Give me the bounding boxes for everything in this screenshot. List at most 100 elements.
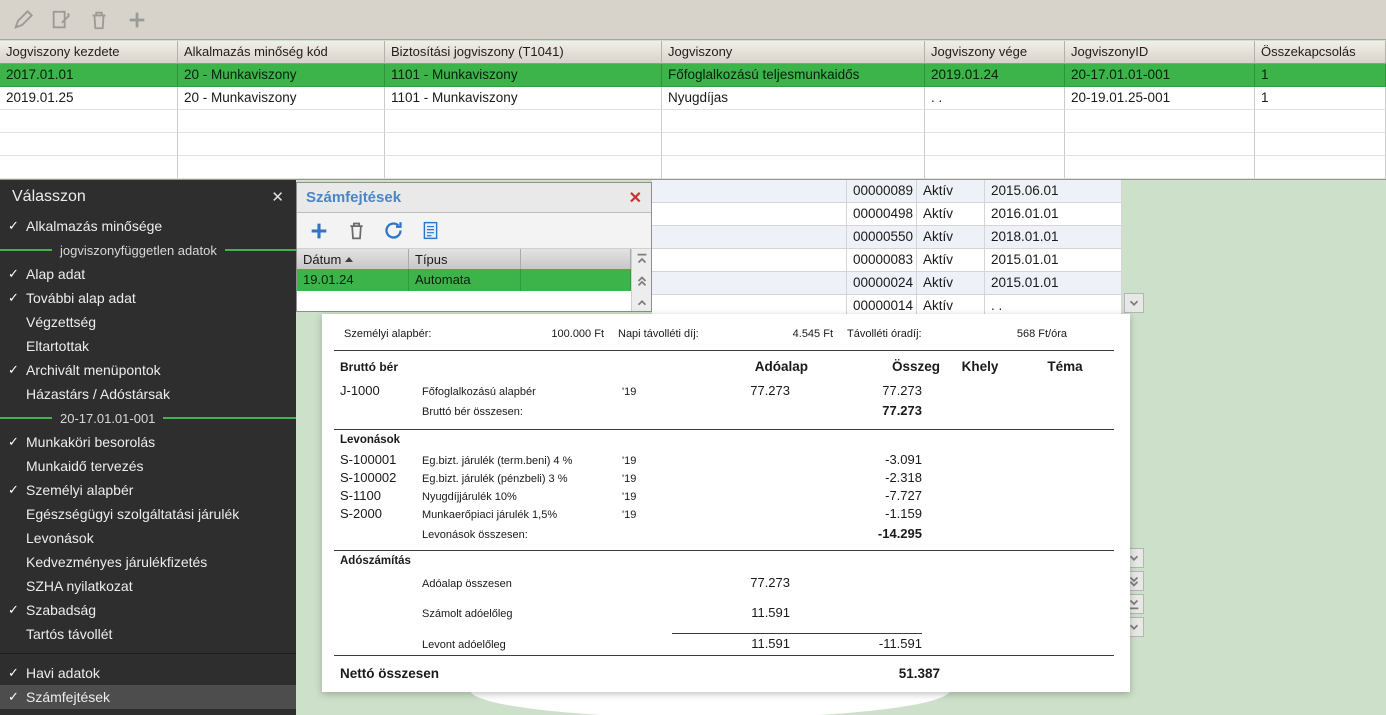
chevron-down-icon[interactable] (1124, 293, 1144, 313)
record-cell-blank (652, 203, 847, 226)
report-icon[interactable] (418, 219, 442, 243)
employment-relations-table: Jogviszony kezdete Alkalmazás minőség kó… (0, 41, 1386, 180)
check-icon: ✓ (8, 218, 19, 233)
empty-cell (178, 133, 385, 156)
payslip-deductions-total: Levonások összesen: -14.295 (322, 526, 1130, 544)
table-row-selected[interactable]: 19.01.24 Automata (297, 269, 631, 291)
sidebar-item-szabadsag[interactable]: ✓ Szabadság (0, 598, 296, 622)
empty-cell (0, 133, 178, 156)
sidebar-item-label: Házastárs / Adóstársak (26, 386, 170, 402)
deduction-amount: -3.091 (885, 452, 922, 467)
daily-absence-value: 4.545 Ft (792, 328, 833, 340)
record-cell-blank (652, 226, 847, 249)
menu-panel-header: Válasszon ✕ (0, 180, 296, 214)
record-status: Aktív (917, 272, 985, 295)
deduction-year: '19 (622, 473, 637, 485)
wage-code: J-1000 (340, 383, 380, 398)
empty-cell (662, 133, 925, 156)
column-header-khely: Khely (961, 359, 999, 374)
column-header-osszekapcsolas[interactable]: Összekapcsolás (1255, 41, 1386, 64)
check-icon: ✓ (8, 362, 19, 377)
sidebar-item-alap-adat[interactable]: ✓ Alap adat (0, 262, 296, 286)
table-row[interactable]: 2019.01.25 20 - Munkaviszony 1101 - Munk… (0, 87, 1386, 110)
add-icon[interactable] (307, 219, 331, 243)
sidebar-item-havi-adatok[interactable]: ✓ Havi adatok (0, 661, 296, 685)
double-chevron-up-icon[interactable] (635, 274, 649, 293)
record-row[interactable]: 00000083 Aktív 2015.01.01 (652, 249, 1122, 272)
column-header-biztositasi-jogviszony[interactable]: Biztosítási jogviszony (T1041) (385, 41, 662, 64)
column-header-jogviszony-vege[interactable]: Jogviszony vége (925, 41, 1065, 64)
sidebar-item-levonasok[interactable]: Levonások (0, 526, 296, 550)
delete-icon[interactable] (86, 7, 112, 33)
column-header-alkalmazas-minoseg-kod[interactable]: Alkalmazás minőség kód (178, 41, 385, 64)
record-row[interactable]: 00000089 Aktív 2015.06.01 (652, 180, 1122, 203)
delete-icon[interactable] (344, 219, 368, 243)
empty-cell (0, 110, 178, 133)
sidebar-item-munkakori-besorolas[interactable]: ✓ Munkaköri besorolás (0, 430, 296, 454)
check-icon: ✓ (8, 266, 19, 281)
edit-icon[interactable] (10, 7, 36, 33)
column-header-datum[interactable]: Dátum (297, 249, 409, 269)
table-row-empty[interactable] (0, 110, 1386, 133)
empty-cell (662, 110, 925, 133)
sidebar-item-hazastars-adostarsak[interactable]: Házastárs / Adóstársak (0, 382, 296, 406)
sidebar-item-label: Tartós távollét (26, 626, 113, 642)
sidebar-item-tovabbi-alap-adat[interactable]: ✓ További alap adat (0, 286, 296, 310)
table-row-empty[interactable] (0, 133, 1386, 156)
sidebar-item-munkaido-tervezes[interactable]: Munkaidő tervezés (0, 454, 296, 478)
daily-absence-label: Napi távolléti díj: (618, 328, 699, 340)
column-header-jogviszony-kezdete[interactable]: Jogviszony kezdete (0, 41, 178, 64)
table-cell: 1 (1255, 87, 1386, 110)
sidebar-item-archivalt-menupontok[interactable]: ✓ Archivált menüpontok (0, 358, 296, 382)
column-header-tipus[interactable]: Típus (409, 249, 521, 269)
deduction-description: Nyugdíjjárulék 10% (422, 491, 517, 503)
record-row[interactable]: 00000550 Aktív 2018.01.01 (652, 226, 1122, 249)
copy-document-icon[interactable] (48, 7, 74, 33)
sidebar-item-label: Munkaköri besorolás (26, 434, 156, 450)
sidebar-item-label: Végzettség (26, 314, 97, 330)
empty-cell (925, 110, 1065, 133)
sidebar-item-vegzettseg[interactable]: Végzettség (0, 310, 296, 334)
records-table: 00000089 Aktív 2015.06.01 00000498 Aktív… (652, 180, 1122, 318)
sidebar-item-egeszsegugyi-szolgaltatasi-jarulek[interactable]: Egészségügyi szolgáltatási járulék (0, 502, 296, 526)
payslip-withheld-tax: Levont adóelőleg 11.591 -11.591 (322, 633, 1130, 651)
sidebar-item-szamfejtesek[interactable]: ✓ Számfejtések (0, 685, 296, 709)
add-icon[interactable] (124, 7, 150, 33)
scroll-to-top-icon[interactable] (635, 252, 649, 271)
sidebar-item-label: Kedvezményes járulékfizetés (26, 554, 208, 570)
deduction-amount: -2.318 (885, 470, 922, 485)
sidebar-item-eltartottak[interactable]: Eltartottak (0, 334, 296, 358)
chevron-up-icon[interactable] (635, 296, 649, 315)
sidebar-item-tartos-tavollet[interactable]: Tartós távollét (0, 622, 296, 646)
sidebar-item-szemelyi-alapber[interactable]: ✓ Személyi alapbér (0, 478, 296, 502)
table-cell: 19.01.24 (297, 269, 409, 291)
tax-row-amount: -11.591 (790, 633, 922, 651)
panel-toolbar (297, 213, 651, 249)
column-header-osszeg: Összeg (891, 359, 940, 374)
table-row-selected[interactable]: 2017.01.01 20 - Munkaviszony 1101 - Munk… (0, 64, 1386, 87)
sidebar-item-szha-nyilatkozat[interactable]: SZHA nyilatkozat (0, 574, 296, 598)
sidebar-item-kedvezmenyes-jarulekfizetes[interactable]: Kedvezményes járulékfizetés (0, 550, 296, 574)
deduction-amount: -7.727 (885, 488, 922, 503)
close-icon[interactable]: ✕ (271, 188, 284, 206)
table-cell: 1101 - Munkaviszony (385, 87, 662, 110)
column-header-jogviszonyid[interactable]: JogviszonyID (1065, 41, 1255, 64)
deduction-year: '19 (622, 491, 637, 503)
table-row-empty[interactable] (297, 291, 631, 311)
close-icon[interactable]: ✕ (629, 188, 642, 208)
record-number: 00000089 (847, 180, 917, 203)
hourly-absence-label: Távolléti óradíj: (847, 328, 922, 340)
deduction-year: '19 (622, 509, 637, 521)
record-date: 2018.01.01 (985, 226, 1122, 249)
record-row[interactable]: 00000024 Aktív 2015.01.01 (652, 272, 1122, 295)
sidebar-item-alkalmazas-minosege[interactable]: ✓ Alkalmazás minősége (0, 214, 296, 238)
table-row-empty[interactable] (0, 156, 1386, 179)
tax-section-title: Adószámítás (340, 555, 411, 567)
gross-total-value: 77.273 (882, 403, 922, 418)
empty-cell (385, 156, 662, 179)
refresh-icon[interactable] (381, 219, 405, 243)
deduction-code: S-2000 (340, 506, 382, 521)
check-icon: ✓ (8, 482, 19, 497)
column-header-jogviszony[interactable]: Jogviszony (662, 41, 925, 64)
record-row[interactable]: 00000498 Aktív 2016.01.01 (652, 203, 1122, 226)
